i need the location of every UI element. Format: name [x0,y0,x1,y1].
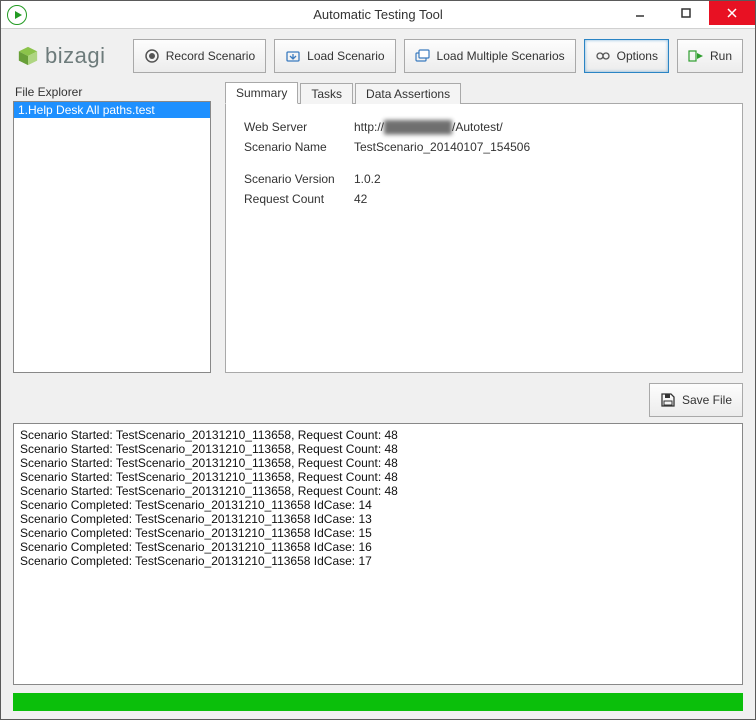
log-output[interactable]: Scenario Started: TestScenario_20131210_… [13,423,743,685]
run-button[interactable]: Run [677,39,743,73]
save-row: Save File [13,373,743,423]
options-icon [595,48,611,64]
request-count-label: Request Count [244,192,354,206]
file-explorer-panel: File Explorer 1.Help Desk All paths.test [13,81,211,373]
titlebar: Automatic Testing Tool [1,1,755,29]
file-tree[interactable]: 1.Help Desk All paths.test [13,101,211,373]
run-icon [688,48,704,64]
logo-icon [17,45,39,67]
load-multiple-icon [415,48,431,64]
scenario-version-label: Scenario Version [244,172,354,186]
window-buttons [617,1,755,28]
save-file-button[interactable]: Save File [649,383,743,417]
save-icon [660,392,676,408]
web-server-label: Web Server [244,120,354,134]
request-count-value: 42 [354,192,367,206]
tab-body: Web Server http://████████/Autotest/ Sce… [225,103,743,373]
row-web-server: Web Server http://████████/Autotest/ [244,120,724,134]
maximize-button[interactable] [663,1,709,25]
tab-summary[interactable]: Summary [225,82,298,104]
scenario-version-value: 1.0.2 [354,172,381,186]
load-label: Load Scenario [307,49,384,63]
record-label: Record Scenario [166,49,255,63]
app-window: Automatic Testing Tool bizagi Record Sce… [0,0,756,720]
load-icon [285,48,301,64]
record-scenario-button[interactable]: Record Scenario [133,39,266,73]
load-multiple-label: Load Multiple Scenarios [437,49,565,63]
minimize-button[interactable] [617,1,663,25]
toolbar: bizagi Record Scenario Load Scenario Loa… [13,39,743,73]
app-icon [7,5,27,25]
row-scenario-version: Scenario Version 1.0.2 [244,172,724,186]
row-request-count: Request Count 42 [244,192,724,206]
tabs: Summary Tasks Data Assertions [225,81,743,103]
options-label: Options [617,49,658,63]
scenario-name-value: TestScenario_20140107_154506 [354,140,530,154]
logo: bizagi [13,43,105,69]
main-row: File Explorer 1.Help Desk All paths.test… [13,81,743,373]
save-file-label: Save File [682,393,732,407]
progress-bar [13,693,743,711]
content-area: bizagi Record Scenario Load Scenario Loa… [1,29,755,719]
options-button[interactable]: Options [584,39,669,73]
record-icon [144,48,160,64]
run-label: Run [710,49,732,63]
tab-data-assertions[interactable]: Data Assertions [355,83,461,104]
load-multiple-scenarios-button[interactable]: Load Multiple Scenarios [404,39,576,73]
row-scenario-name: Scenario Name TestScenario_20140107_1545… [244,140,724,154]
web-server-value: http://████████/Autotest/ [354,120,503,134]
close-button[interactable] [709,1,755,25]
logo-text: bizagi [45,43,105,69]
load-scenario-button[interactable]: Load Scenario [274,39,395,73]
detail-panel: Summary Tasks Data Assertions Web Server… [225,81,743,373]
scenario-name-label: Scenario Name [244,140,354,154]
file-explorer-title: File Explorer [13,81,211,101]
tab-tasks[interactable]: Tasks [300,83,353,104]
file-item[interactable]: 1.Help Desk All paths.test [14,102,210,118]
